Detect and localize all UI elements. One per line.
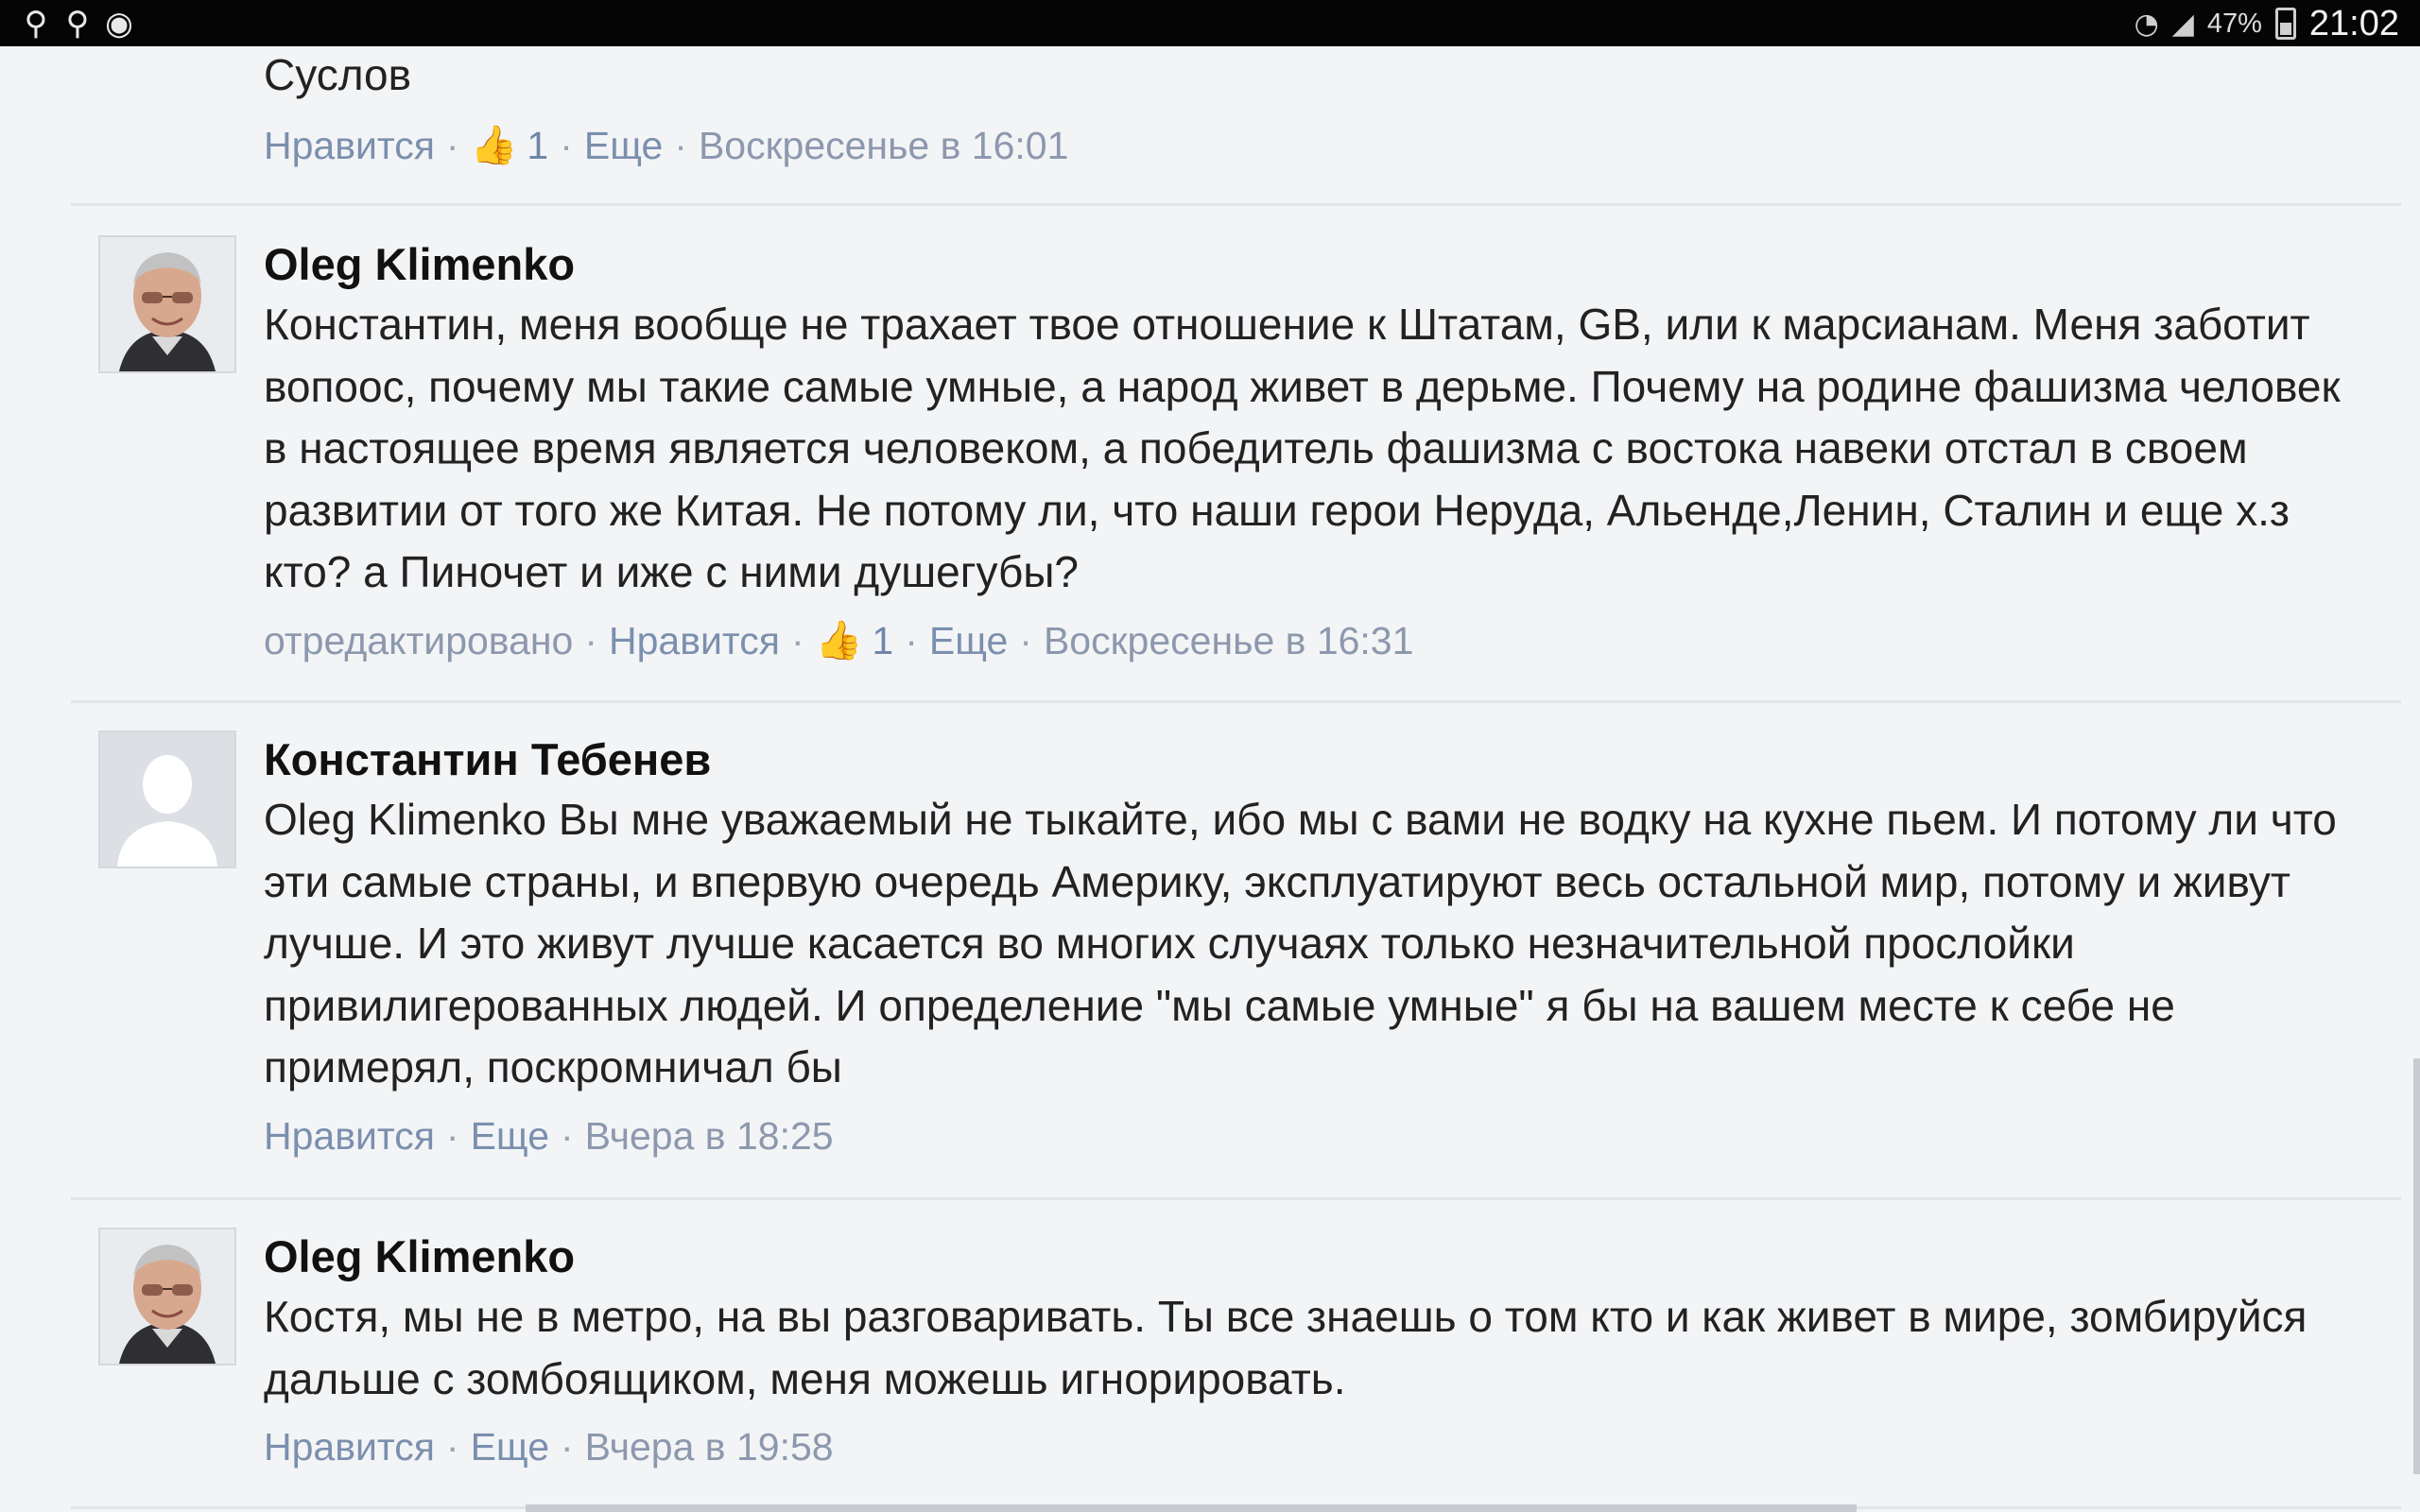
search-icon: ⚲ (65, 5, 90, 43)
comment-meta: Нравится · 👍 1 · Еще · Воскресенье в 16:… (264, 118, 2372, 173)
edited-label: отредактировано (264, 618, 574, 662)
avatar[interactable] (98, 730, 236, 868)
separator: · (674, 124, 687, 167)
avatar[interactable] (98, 235, 236, 373)
like-button[interactable]: Нравится (264, 118, 435, 173)
search-icon: ⚲ (24, 5, 48, 43)
avatar-placeholder (100, 732, 234, 867)
like-button[interactable]: Нравится (264, 1419, 435, 1474)
like-count-value: 1 (527, 124, 549, 167)
comment-author[interactable]: Oleg Klimenko (264, 235, 2372, 294)
thumbs-up-icon: 👍 (470, 124, 518, 167)
separator: · (584, 618, 598, 662)
more-button[interactable]: Еще (929, 613, 1008, 668)
comment-meta: Нравится · Еще · Вчера в 19:58 (264, 1419, 2372, 1474)
horizontal-scrollbar[interactable] (526, 1504, 1857, 1512)
avatar[interactable] (98, 1228, 236, 1366)
comment-text: Костя, мы не в метро, на вы разговариват… (264, 1292, 2308, 1403)
comment-author[interactable]: Oleg Klimenko (264, 1228, 2372, 1286)
status-bar: ⚲ ⚲ ◉ ◔ ◢ 47% 21:02 (0, 0, 2420, 46)
separator: · (445, 124, 459, 167)
timestamp[interactable]: Воскресенье в 16:31 (1044, 613, 1413, 668)
separator: · (561, 1425, 574, 1469)
like-count[interactable]: 👍 1 (471, 118, 549, 173)
battery-percent: 47% (2206, 8, 2262, 39)
status-bar-left-icons: ⚲ ⚲ ◉ (17, 6, 138, 42)
separator: · (445, 1113, 459, 1158)
like-count-value: 1 (872, 618, 894, 662)
like-count[interactable]: 👍 1 (816, 613, 894, 668)
comment-text: Константин, меня вообще не трахает твое … (264, 300, 2341, 596)
more-button[interactable]: Еще (584, 118, 663, 173)
app-icon: ◉ (105, 5, 133, 43)
separator: · (561, 1113, 574, 1158)
like-button[interactable]: Нравится (609, 613, 780, 668)
clock: 21:02 (2308, 3, 2399, 43)
timestamp[interactable]: Вчера в 19:58 (585, 1419, 834, 1474)
like-button[interactable]: Нравится (264, 1108, 435, 1163)
more-button[interactable]: Еще (471, 1419, 549, 1474)
wifi-icon: ◔ (2134, 7, 2159, 41)
thumbs-up-icon: 👍 (815, 618, 863, 662)
avatar-photo (100, 237, 234, 371)
timestamp[interactable]: Воскресенье в 16:01 (699, 118, 1068, 173)
comment-author[interactable]: Константин Тебенев (264, 730, 2372, 789)
avatar-photo (100, 1229, 234, 1364)
separator: · (1019, 618, 1032, 662)
battery-icon (2274, 8, 2296, 40)
status-bar-right: ◔ ◢ 47% 21:02 (2135, 4, 2399, 43)
divider (71, 700, 2401, 703)
comment-meta: отредактировано · Нравится · 👍 1 · Еще ·… (264, 613, 2372, 668)
separator: · (905, 618, 918, 662)
separator: · (790, 618, 804, 662)
divider (71, 203, 2401, 206)
divider (71, 1197, 2401, 1200)
timestamp[interactable]: Вчера в 18:25 (585, 1108, 834, 1163)
separator: · (445, 1425, 459, 1469)
more-button[interactable]: Еще (471, 1108, 549, 1163)
vertical-scrollbar[interactable] (2413, 1058, 2420, 1474)
comment-feed: Суслов Нравится · 👍 1 · Еще · Воскресень… (0, 46, 2420, 1512)
signal-icon: ◢ (2171, 7, 2194, 41)
comment-text: Суслов (264, 50, 412, 99)
comment-meta: Нравится · Еще · Вчера в 18:25 (264, 1108, 2372, 1163)
comment-text: Oleg Klimenko Вы мне уважаемый не тыкайт… (264, 795, 2337, 1091)
separator: · (560, 124, 573, 167)
